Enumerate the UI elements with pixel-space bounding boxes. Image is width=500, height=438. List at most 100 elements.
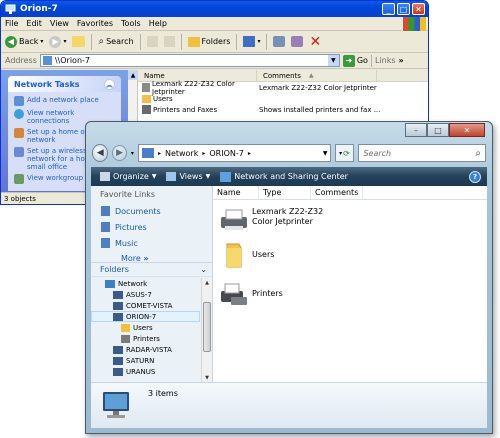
toolbar-divider (370, 54, 372, 67)
breadcrumb-dropdown-icon[interactable]: ▼ (323, 150, 328, 157)
minimize-button[interactable]: _ (382, 3, 395, 15)
menu-view[interactable]: View (50, 19, 69, 28)
folders-button[interactable]: Folders (187, 36, 230, 47)
network-sharing-center-button[interactable]: Network and Sharing Center (220, 171, 348, 182)
folders-header[interactable]: Folders ⌄ (91, 262, 212, 277)
column-headers: Name Type Comments (213, 186, 487, 200)
breadcrumb-orion7[interactable]: ORION-7 (209, 149, 243, 158)
map-drive-icon (273, 36, 286, 47)
close-button[interactable]: ✕ (449, 123, 485, 137)
refresh-button[interactable]: ▾ ⟳ (334, 144, 355, 162)
search-icon: ⌕ (475, 147, 482, 159)
tree-item-uranus[interactable]: URANUS (91, 366, 200, 377)
network-tasks-header[interactable]: Network Tasks ︽ (8, 76, 121, 92)
chevron-down-icon[interactable]: ⌄ (200, 265, 207, 274)
back-arrow-icon: ◀ (5, 35, 17, 48)
scroll-up-arrow-icon[interactable]: ▲ (202, 278, 212, 287)
network-computer-icon (42, 56, 52, 65)
up-folder-button[interactable] (72, 36, 86, 47)
back-button[interactable]: ◀ (92, 144, 109, 162)
close-button[interactable]: ✕ (412, 3, 425, 15)
toolbar-divider (266, 33, 268, 50)
views-button[interactable]: ▾ (243, 36, 260, 47)
list-item[interactable]: Printers and Faxes Shows installed print… (138, 104, 428, 115)
chevron-right-icon[interactable]: » (399, 56, 404, 65)
menu-edit[interactable]: Edit (26, 19, 42, 28)
address-dropdown-button[interactable]: ▼ (327, 55, 339, 66)
column-header-comments[interactable]: Comments (311, 186, 363, 199)
links-button[interactable]: Links (375, 56, 396, 65)
column-header-type[interactable]: Type (259, 186, 311, 199)
list-item[interactable]: Users (219, 240, 274, 270)
forward-button[interactable]: ▶ ▾ (49, 35, 66, 48)
column-header-comments[interactable]: Comments ▲ (257, 70, 377, 81)
collapse-chevron-icon[interactable]: ︽ (104, 78, 115, 90)
list-item[interactable]: Users (138, 93, 428, 104)
tree-item-radar-vista[interactable]: RADAR-VISTA (91, 344, 200, 355)
forward-button[interactable]: ▶ (112, 145, 127, 161)
delete-icon: ✕ (309, 33, 322, 50)
back-button[interactable]: ◀ Back ▾ (5, 35, 43, 48)
xp-address-bar: Address \\Orion-7 ▼ ➜ Go Links » (1, 53, 428, 69)
computer-icon (113, 367, 123, 376)
menu-help[interactable]: Help (149, 19, 167, 28)
scroll-down-arrow-icon[interactable]: ▼ (202, 373, 212, 382)
views-button[interactable]: Views ▼ (166, 172, 210, 181)
xp-title-bar[interactable]: Orion-7 (1, 1, 428, 17)
tree-item-comet-vista[interactable]: COMET-VISTA (91, 300, 200, 311)
scrollbar-thumb[interactable] (203, 302, 211, 352)
toolbar-divider (91, 33, 93, 50)
printer-icon (121, 334, 130, 343)
task-add-network-place[interactable]: Add a network place (14, 96, 115, 106)
folder-tree-scrollbar[interactable]: ▲ ▼ (201, 278, 212, 382)
favorite-music[interactable]: Music (91, 235, 212, 251)
refresh-icon: ⟳ (343, 148, 350, 158)
menu-favorites[interactable]: Favorites (77, 19, 113, 28)
computer-icon (113, 312, 123, 321)
network-icon (5, 4, 16, 14)
list-item[interactable]: Lexmark Z22-Z32 Color Jetprinter Lexmark… (138, 80, 428, 96)
move-to-button[interactable] (146, 36, 158, 47)
disconnect-drive-button[interactable] (291, 36, 304, 47)
favorite-pictures[interactable]: Pictures (91, 219, 212, 235)
tree-item-orion7[interactable]: ORION-7 (91, 311, 200, 322)
network-icon (141, 148, 154, 158)
tree-item-network[interactable]: Network (91, 278, 200, 289)
computer-icon (113, 356, 123, 365)
printer-icon (142, 83, 151, 92)
maximize-button[interactable]: □ (427, 123, 449, 137)
list-item[interactable]: Printers (219, 280, 283, 308)
organize-button[interactable]: Organize ▼ (100, 172, 156, 181)
map-drive-button[interactable] (273, 36, 286, 47)
toolbar-divider (180, 33, 182, 50)
vista-command-bar: Organize ▼ Views ▼ Network and Sharing Cen… (91, 167, 487, 186)
go-button[interactable]: ➜ Go (342, 54, 368, 67)
tree-item-users[interactable]: Users (91, 322, 200, 333)
network-connections-icon (14, 109, 24, 119)
address-input[interactable]: \\Orion-7 ▼ (39, 54, 340, 67)
tree-item-asus7[interactable]: ASUS-7 (91, 289, 200, 300)
computer-icon (113, 301, 123, 310)
search-button[interactable]: ⌕ Search (98, 36, 133, 47)
maximize-button[interactable]: □ (397, 3, 410, 15)
tree-item-printers[interactable]: Printers (91, 333, 200, 344)
recent-pages-dropdown[interactable]: ▾ (131, 150, 134, 157)
wireless-network-icon (14, 147, 24, 157)
copy-to-button[interactable] (163, 36, 175, 47)
column-header-name[interactable]: Name (213, 186, 259, 199)
details-pane: 3 items (91, 382, 487, 428)
network-sharing-center-icon (220, 171, 232, 182)
list-item[interactable]: Lexmark Z22-Z32 Color Jetprinter (219, 207, 338, 233)
minimize-button[interactable]: – (405, 123, 427, 137)
documents-icon (101, 206, 110, 216)
menu-file[interactable]: File (5, 19, 18, 28)
menu-tools[interactable]: Tools (121, 19, 141, 28)
help-icon[interactable]: ? (469, 170, 481, 183)
scroll-up-arrow-icon[interactable]: ▲ (128, 70, 138, 80)
tree-item-saturn[interactable]: SATURN (91, 355, 200, 366)
favorite-documents[interactable]: Documents (91, 203, 212, 219)
breadcrumb[interactable]: ▸ Network ▸ ORION-7 ▸ ▼ (137, 144, 331, 162)
delete-button[interactable]: ✕ (309, 33, 322, 50)
breadcrumb-network[interactable]: Network (165, 149, 198, 158)
search-input[interactable]: Search ⌕ (358, 144, 487, 162)
